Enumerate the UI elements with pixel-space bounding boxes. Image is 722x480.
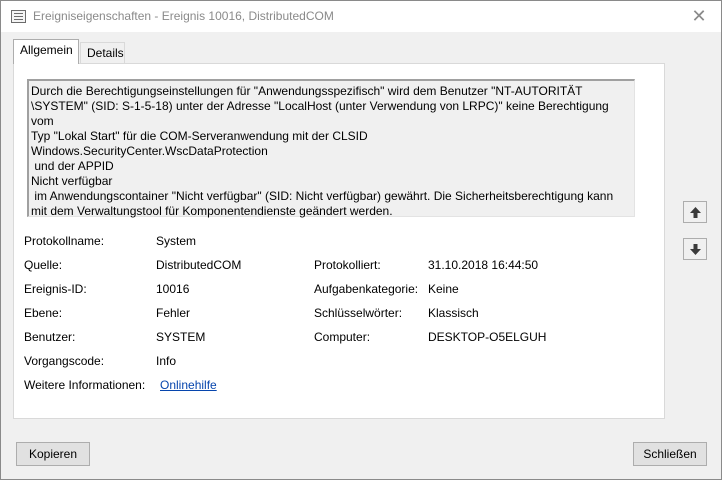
protokolliert-label: Protokolliert: xyxy=(314,258,381,272)
schluesselwoerter-label: Schlüsselwörter: xyxy=(314,306,403,320)
protokolliert-value: 31.10.2018 16:44:50 xyxy=(428,258,539,272)
title-bar: Ereigniseigenschaften - Ereignis 10016, … xyxy=(1,1,721,32)
ereignis-id-value: 10016 xyxy=(156,282,190,296)
event-properties-window: Ereigniseigenschaften - Ereignis 10016, … xyxy=(0,0,722,480)
ebene-label: Ebene: xyxy=(24,306,63,320)
onlinehilfe-link[interactable]: Onlinehilfe xyxy=(160,378,217,392)
next-event-button[interactable] xyxy=(683,238,707,260)
benutzer-label: Benutzer: xyxy=(24,330,76,344)
general-panel: Durch die Berechtigungseinstellungen für… xyxy=(13,63,665,419)
ereignis-id-label: Ereignis-ID: xyxy=(24,282,87,296)
ebene-value: Fehler xyxy=(156,306,191,320)
vorgangscode-label: Vorgangscode: xyxy=(24,354,105,368)
protokollname-value: System xyxy=(156,234,197,248)
event-viewer-icon xyxy=(11,10,26,23)
arrow-up-icon xyxy=(690,207,701,218)
aufgabenkategorie-value: Keine xyxy=(428,282,459,296)
computer-value: DESKTOP-O5ELGUH xyxy=(428,330,547,344)
protokollname-label: Protokollname: xyxy=(24,234,105,248)
quelle-value: DistributedCOM xyxy=(156,258,242,272)
event-description: Durch die Berechtigungseinstellungen für… xyxy=(27,79,635,218)
tab-details[interactable]: Details xyxy=(80,42,125,64)
weitere-informationen-label: Weitere Informationen: xyxy=(24,378,146,392)
benutzer-value: SYSTEM xyxy=(156,330,206,344)
window-title: Ereigniseigenschaften - Ereignis 10016, … xyxy=(33,9,334,23)
schluesselwoerter-value: Klassisch xyxy=(428,306,479,320)
arrow-down-icon xyxy=(690,244,701,255)
tab-allgemein[interactable]: Allgemein xyxy=(13,39,79,64)
quelle-label: Quelle: xyxy=(24,258,63,272)
close-window-button[interactable]: ✕ xyxy=(687,5,711,27)
close-button[interactable]: Schließen xyxy=(633,442,707,466)
vorgangscode-value: Info xyxy=(156,354,177,368)
computer-label: Computer: xyxy=(314,330,371,344)
previous-event-button[interactable] xyxy=(683,201,707,223)
aufgabenkategorie-label: Aufgabenkategorie: xyxy=(314,282,419,296)
copy-button[interactable]: Kopieren xyxy=(16,442,90,466)
